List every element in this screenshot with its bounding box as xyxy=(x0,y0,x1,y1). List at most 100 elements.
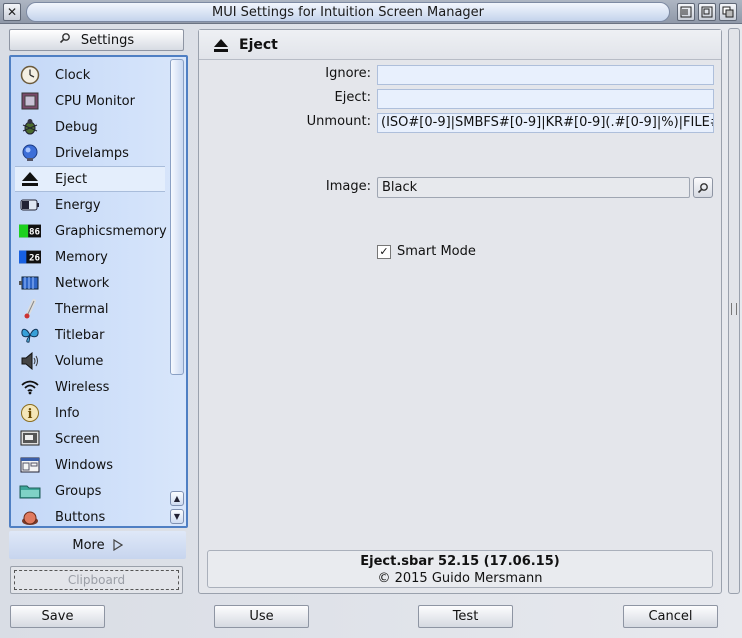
sidebar-item-buttons[interactable]: Buttons xyxy=(15,504,165,526)
category-list[interactable]: Clock CPU Monitor Debug Drivelamps Eject… xyxy=(9,55,188,528)
clipboard-button[interactable]: Clipboard xyxy=(10,566,183,594)
sidebar-item-label: Thermal xyxy=(55,301,109,317)
magnifier-icon xyxy=(697,182,708,193)
memory-icon: 26 xyxy=(19,247,41,267)
eject-field[interactable] xyxy=(377,89,714,109)
svg-text:i: i xyxy=(28,407,33,422)
window-title: MUI Settings for Intuition Screen Manage… xyxy=(26,2,670,22)
screen-icon xyxy=(19,429,41,449)
close-window-button[interactable]: ✕ xyxy=(3,3,21,21)
test-button[interactable]: Test xyxy=(418,605,513,628)
folder-icon xyxy=(19,481,41,501)
image-label: Image: xyxy=(325,179,371,194)
image-popup-button[interactable] xyxy=(693,177,713,198)
memory-badge: 26 xyxy=(29,253,41,264)
sidebar-item-label: Memory xyxy=(55,249,108,265)
scroll-down-button[interactable]: ▼ xyxy=(170,509,184,524)
iconify-icon xyxy=(680,6,692,18)
lamp-icon xyxy=(19,143,41,163)
chevron-up-icon: ▲ xyxy=(173,494,181,503)
sidebar-item-memory[interactable]: 26 Memory xyxy=(15,244,165,270)
thermometer-icon xyxy=(19,299,41,319)
cpu-icon xyxy=(19,91,41,111)
sidebar-item-volume[interactable]: Volume xyxy=(15,348,165,374)
sidebar-item-label: Network xyxy=(55,275,110,291)
button-icon xyxy=(19,507,41,526)
sidebar-item-label: Windows xyxy=(55,457,114,473)
more-button[interactable]: More xyxy=(9,531,186,559)
window-titlebar[interactable]: ✕ MUI Settings for Intuition Screen Mana… xyxy=(0,0,742,24)
bug-icon xyxy=(19,117,41,137)
sidebar-item-energy[interactable]: Energy xyxy=(15,192,165,218)
panel-title: Eject xyxy=(239,36,278,53)
sidebar-item-wireless[interactable]: Wireless xyxy=(15,374,165,400)
sidebar-item-drivelamps[interactable]: Drivelamps xyxy=(15,140,165,166)
speaker-icon xyxy=(19,351,41,371)
unmount-label: Unmount: xyxy=(306,114,371,129)
settings-header-button[interactable]: Settings xyxy=(9,29,184,51)
ignore-label: Ignore: xyxy=(325,66,371,81)
panel-scrollbar[interactable] xyxy=(728,28,740,594)
sidebar-item-clock[interactable]: Clock xyxy=(15,62,165,88)
sidebar-item-thermal[interactable]: Thermal xyxy=(15,296,165,322)
sidebar-item-label: Screen xyxy=(55,431,100,447)
butterfly-icon xyxy=(19,325,41,345)
windows-icon xyxy=(19,455,41,475)
smart-mode-row[interactable]: ✓ Smart Mode xyxy=(377,244,476,259)
image-field[interactable]: Black xyxy=(377,177,690,198)
sidebar-item-screen[interactable]: Screen xyxy=(15,426,165,452)
sidebar-item-label: Volume xyxy=(55,353,104,369)
sidebar-item-eject[interactable]: Eject xyxy=(15,166,165,192)
ignore-field[interactable] xyxy=(377,65,714,85)
eject-icon xyxy=(213,38,231,52)
sidebar-item-label: Graphicsmemory xyxy=(55,223,167,239)
sidebar-item-label: Info xyxy=(55,405,80,421)
sidebar-item-label: Energy xyxy=(55,197,101,213)
sidebar-item-graphicsmemory[interactable]: 86 Graphicsmemory xyxy=(15,218,167,244)
sidebar-item-windows[interactable]: Windows xyxy=(15,452,165,478)
panel-title-bar: Eject xyxy=(199,30,721,60)
category-list-scrollbar[interactable]: ▲ ▼ xyxy=(170,59,184,524)
sidebar-item-label: CPU Monitor xyxy=(55,93,135,109)
sidebar-item-groups[interactable]: Groups xyxy=(15,478,165,504)
version-info-box: Eject.sbar 52.15 (17.06.15) © 2015 Guido… xyxy=(207,550,713,588)
clock-icon xyxy=(19,65,41,85)
sidebar-item-network[interactable]: Network xyxy=(15,270,165,296)
depth-icon xyxy=(722,6,734,18)
zoom-icon xyxy=(701,6,713,18)
sidebar-item-label: Titlebar xyxy=(55,327,105,343)
scrollbar-grip xyxy=(731,303,737,315)
checkmark-icon: ✓ xyxy=(379,245,389,258)
more-label: More xyxy=(72,537,105,553)
settings-header-label: Settings xyxy=(80,32,135,48)
wifi-icon xyxy=(19,377,41,397)
sidebar-item-cpu-monitor[interactable]: CPU Monitor xyxy=(15,88,165,114)
scrollbar-thumb[interactable] xyxy=(170,59,184,375)
battery-icon xyxy=(19,195,41,215)
depth-button[interactable] xyxy=(719,3,737,21)
sidebar-item-label: Groups xyxy=(55,483,102,499)
chevron-down-icon: ▼ xyxy=(173,512,181,521)
iconify-button[interactable] xyxy=(677,3,695,21)
unmount-field[interactable]: (ISO#[0-9]|SMBFS#[0-9]|KR#[0-9](.#[0-9]|… xyxy=(377,113,714,133)
cancel-button[interactable]: Cancel xyxy=(623,605,718,628)
use-button[interactable]: Use xyxy=(214,605,309,628)
arrow-right-icon xyxy=(113,539,123,551)
sidebar-item-debug[interactable]: Debug xyxy=(15,114,165,140)
clipboard-label: Clipboard xyxy=(14,570,179,590)
sidebar-item-label: Eject xyxy=(55,171,88,187)
sidebar-item-titlebar[interactable]: Titlebar xyxy=(15,322,165,348)
sidebar-item-label: Wireless xyxy=(55,379,110,395)
zoom-button[interactable] xyxy=(698,3,716,21)
eject-label: Eject: xyxy=(334,90,371,105)
eject-icon xyxy=(19,169,41,189)
sidebar-item-info[interactable]: i Info xyxy=(15,400,165,426)
scroll-up-button[interactable]: ▲ xyxy=(170,491,184,506)
sidebar-item-label: Debug xyxy=(55,119,98,135)
smart-mode-checkbox[interactable]: ✓ xyxy=(377,244,391,259)
smart-mode-label: Smart Mode xyxy=(397,244,476,259)
save-button[interactable]: Save xyxy=(10,605,105,628)
sidebar-item-label: Clock xyxy=(55,67,91,83)
sidebar-item-label: Drivelamps xyxy=(55,145,129,161)
sidebar-item-label: Buttons xyxy=(55,509,106,525)
